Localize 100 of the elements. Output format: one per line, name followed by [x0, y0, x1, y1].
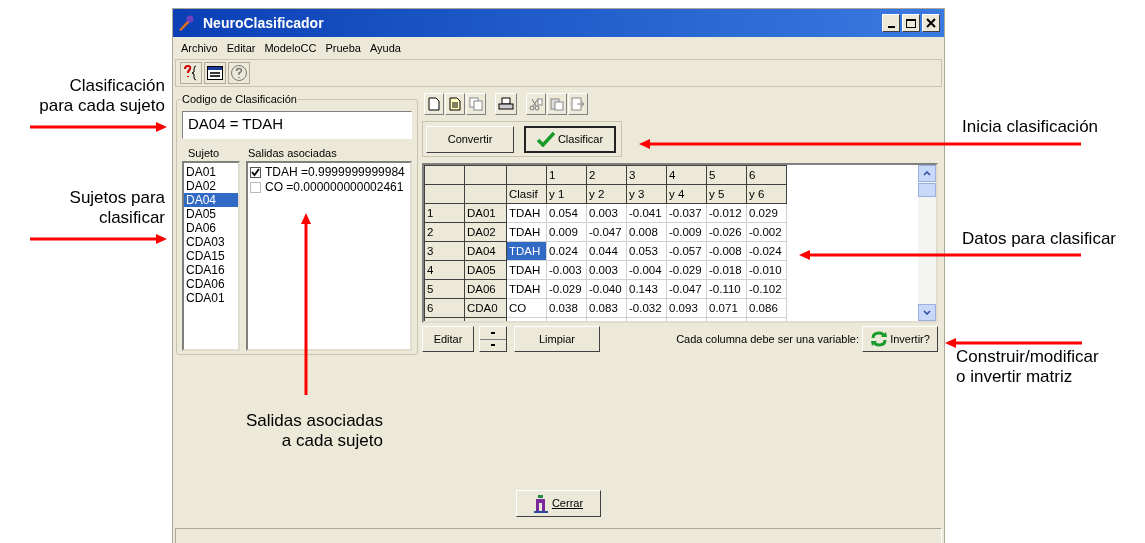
table-cell[interactable]: -0.029	[666, 260, 707, 280]
subject-item[interactable]: CDA03	[184, 234, 238, 249]
scroll-up-icon[interactable]	[918, 165, 936, 182]
column-header[interactable]: 2	[586, 165, 627, 185]
table-cell[interactable]: -0.102	[746, 279, 787, 299]
menu-item[interactable]: Ayuda	[369, 39, 401, 57]
table-cell[interactable]: -0.041	[626, 203, 667, 223]
help-icon[interactable]	[228, 62, 250, 84]
table-cell[interactable]: 0.083	[586, 298, 627, 318]
annotation-text: Clasificación para cada sujeto	[39, 76, 165, 116]
subject-item[interactable]: CDA06	[184, 276, 238, 291]
table-cell[interactable]: -0.024	[746, 241, 787, 261]
output-label: CO =0.000000000002461	[265, 180, 404, 194]
minimize-button[interactable]	[882, 14, 900, 32]
document-icon[interactable]	[445, 93, 465, 115]
subject-item[interactable]: CDA15	[184, 248, 238, 263]
table-cell[interactable]: 0.054	[546, 203, 587, 223]
invert-button[interactable]: Invertir?	[862, 326, 938, 352]
subject-list[interactable]: DA01 DA02 DA04 DA05 DA06 CDA03 CDA15 CDA16 CDA06 CDA01	[182, 160, 240, 351]
hint-text: Cada columna debe ser una variable:	[676, 331, 859, 347]
help-code-icon[interactable]	[180, 62, 202, 84]
clear-button[interactable]: Limpiar	[514, 326, 600, 352]
table-cell[interactable]: -0.037	[666, 203, 707, 223]
scissors-icon[interactable]	[526, 93, 546, 115]
table-cell[interactable]: 0.008	[626, 222, 667, 242]
table-cell[interactable]: -0.008	[706, 241, 747, 261]
subject-item[interactable]: DA01	[184, 164, 238, 179]
table-cell[interactable]: 0.003	[586, 260, 627, 280]
column-header[interactable]: 3	[626, 165, 667, 185]
column-header[interactable]: 6	[746, 165, 787, 185]
table-cell[interactable]: 0.009	[546, 222, 587, 242]
table-cell[interactable]: TDAH	[506, 203, 547, 223]
table-cell[interactable]: TDAH	[506, 260, 547, 280]
print-icon[interactable]	[495, 93, 517, 115]
refresh-icon	[870, 331, 889, 347]
table-cell[interactable]: 0.024	[546, 241, 587, 261]
table-cell[interactable]: 0.029	[746, 203, 787, 223]
table-cell[interactable]: -0.002	[746, 222, 787, 242]
copy-icon[interactable]	[466, 93, 486, 115]
table-cell[interactable]: 0.038	[546, 298, 587, 318]
subject-label: Sujeto	[188, 145, 221, 159]
table-cell[interactable]: TDAH	[506, 279, 547, 299]
subject-item[interactable]: DA06	[184, 220, 238, 235]
outputs-list[interactable]: TDAH =0.9999999999984 CO =0.000000000002461	[246, 160, 412, 351]
paste-icon[interactable]	[547, 93, 567, 115]
table-cell[interactable]: -0.026	[706, 222, 747, 242]
convert-button[interactable]: Convertir	[426, 125, 514, 153]
table-cell[interactable]: 0.071	[706, 298, 747, 318]
table-cell[interactable]: -0.010	[746, 260, 787, 280]
subject-item[interactable]: DA02	[184, 178, 238, 193]
scroll-down-icon[interactable]	[918, 304, 936, 321]
table-cell[interactable]: 0.143	[626, 279, 667, 299]
table-cell[interactable]: -0.012	[706, 203, 747, 223]
menu-item[interactable]: Editar	[226, 39, 256, 57]
edit-button[interactable]: Editar	[422, 326, 474, 352]
menu-item[interactable]: Archivo	[181, 39, 218, 57]
group-title: Codigo de Clasificación	[181, 92, 298, 107]
table-cell[interactable]: CO	[506, 298, 547, 318]
subject-item[interactable]: CDA16	[184, 262, 238, 277]
vertical-scrollbar[interactable]	[918, 165, 936, 321]
table-cell[interactable]: 0.053	[626, 241, 667, 261]
table-cell[interactable]: -0.003	[546, 260, 587, 280]
checkbox[interactable]	[250, 181, 261, 193]
table-cell[interactable]: -0.040	[586, 279, 627, 299]
export-icon[interactable]	[568, 93, 588, 115]
new-document-icon[interactable]	[424, 93, 444, 115]
column-header[interactable]: 5	[706, 165, 747, 185]
door-icon	[533, 494, 548, 513]
annotation-text: Salidas asociadas a cada sujeto	[245, 411, 383, 451]
spin-button[interactable]	[479, 326, 507, 352]
table-cell[interactable]: TDAH	[506, 222, 547, 242]
subject-item[interactable]: CDA01	[184, 290, 238, 305]
table-cell[interactable]: -0.110	[706, 279, 747, 299]
app-icon	[177, 14, 195, 32]
menu-item[interactable]: Prueba	[325, 39, 361, 57]
table-cell[interactable]: 0.044	[586, 241, 627, 261]
table-cell[interactable]: -0.029	[546, 279, 587, 299]
table-cell[interactable]: -0.009	[666, 222, 707, 242]
subject-item[interactable]: DA04	[184, 192, 238, 207]
classification-field[interactable]: DA04 = TDAH	[182, 110, 412, 139]
table-cell[interactable]: -0.057	[666, 241, 707, 261]
table-cell[interactable]: -0.047	[586, 222, 627, 242]
checkbox[interactable]	[250, 166, 261, 178]
table-cell[interactable]: -0.032	[626, 298, 667, 318]
column-header[interactable]: 1	[546, 165, 587, 185]
table-cell[interactable]: 0.086	[746, 298, 787, 318]
table-cell[interactable]: -0.018	[706, 260, 747, 280]
scroll-thumb[interactable]	[918, 183, 936, 197]
menu-item[interactable]: ModeloCC	[264, 39, 317, 57]
table-cell[interactable]: 0.003	[586, 203, 627, 223]
classify-button[interactable]: Clasificar	[524, 125, 616, 153]
close-button[interactable]	[922, 14, 940, 32]
table-cell[interactable]: 0.093	[666, 298, 707, 318]
column-header[interactable]: 4	[666, 165, 707, 185]
close-dialog-button[interactable]: Cerrar	[516, 490, 601, 517]
maximize-button[interactable]	[902, 14, 920, 32]
table-cell[interactable]: -0.004	[626, 260, 667, 280]
table-icon[interactable]	[204, 62, 226, 84]
table-cell[interactable]: -0.047	[666, 279, 707, 299]
subject-item[interactable]: DA05	[184, 206, 238, 221]
